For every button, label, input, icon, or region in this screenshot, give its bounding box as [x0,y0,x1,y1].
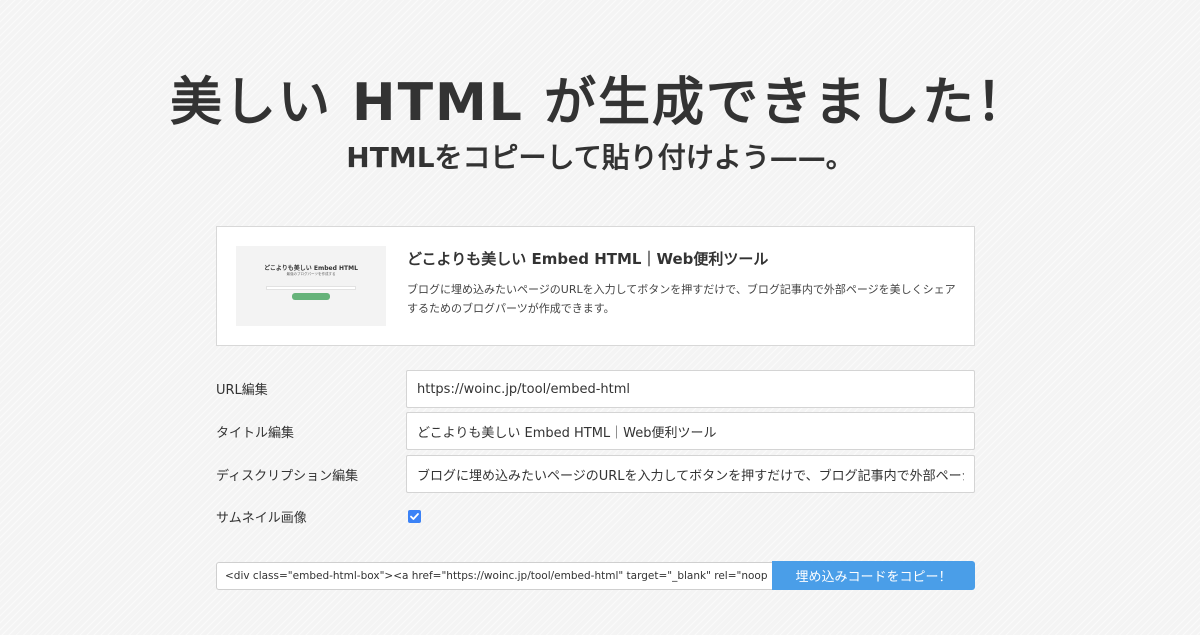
thumbnail-input [266,286,356,290]
thumbnail-subtitle: 最強のブログパーツを作成する [286,272,336,276]
embed-code-field[interactable] [216,562,776,590]
url-input[interactable] [406,370,975,408]
check-icon [410,513,419,520]
title-label: タイトル編集 [216,426,295,441]
thumbnail-title: どこよりも美しい Embed HTML [264,265,358,272]
copy-embed-code-button[interactable]: 埋め込みコードをコピー！ [772,561,975,590]
preview-thumbnail: どこよりも美しい Embed HTML 最強のブログパーツを作成する [236,246,386,326]
preview-title: どこよりも美しい Embed HTML｜Web便利ツール [407,250,769,268]
embed-preview-card[interactable]: どこよりも美しい Embed HTML 最強のブログパーツを作成する どこよりも… [216,226,975,346]
title-input[interactable] [406,412,975,450]
page-title: 美しい HTML が生成できました！ [169,73,1031,133]
description-label: ディスクリプション編集 [216,469,359,484]
thumbnail-button [292,293,330,300]
description-input[interactable] [406,455,975,493]
preview-description: ブログに埋め込みたいページのURLを入力してボタンを押すだけで、ブログ記事内で外… [407,283,956,315]
page-subtitle: HTMLをコピーして貼り付けよう——。 [346,141,854,174]
thumbnail-checkbox[interactable] [408,510,421,523]
thumbnail-label: サムネイル画像 [216,511,307,526]
url-label: URL編集 [216,383,268,398]
